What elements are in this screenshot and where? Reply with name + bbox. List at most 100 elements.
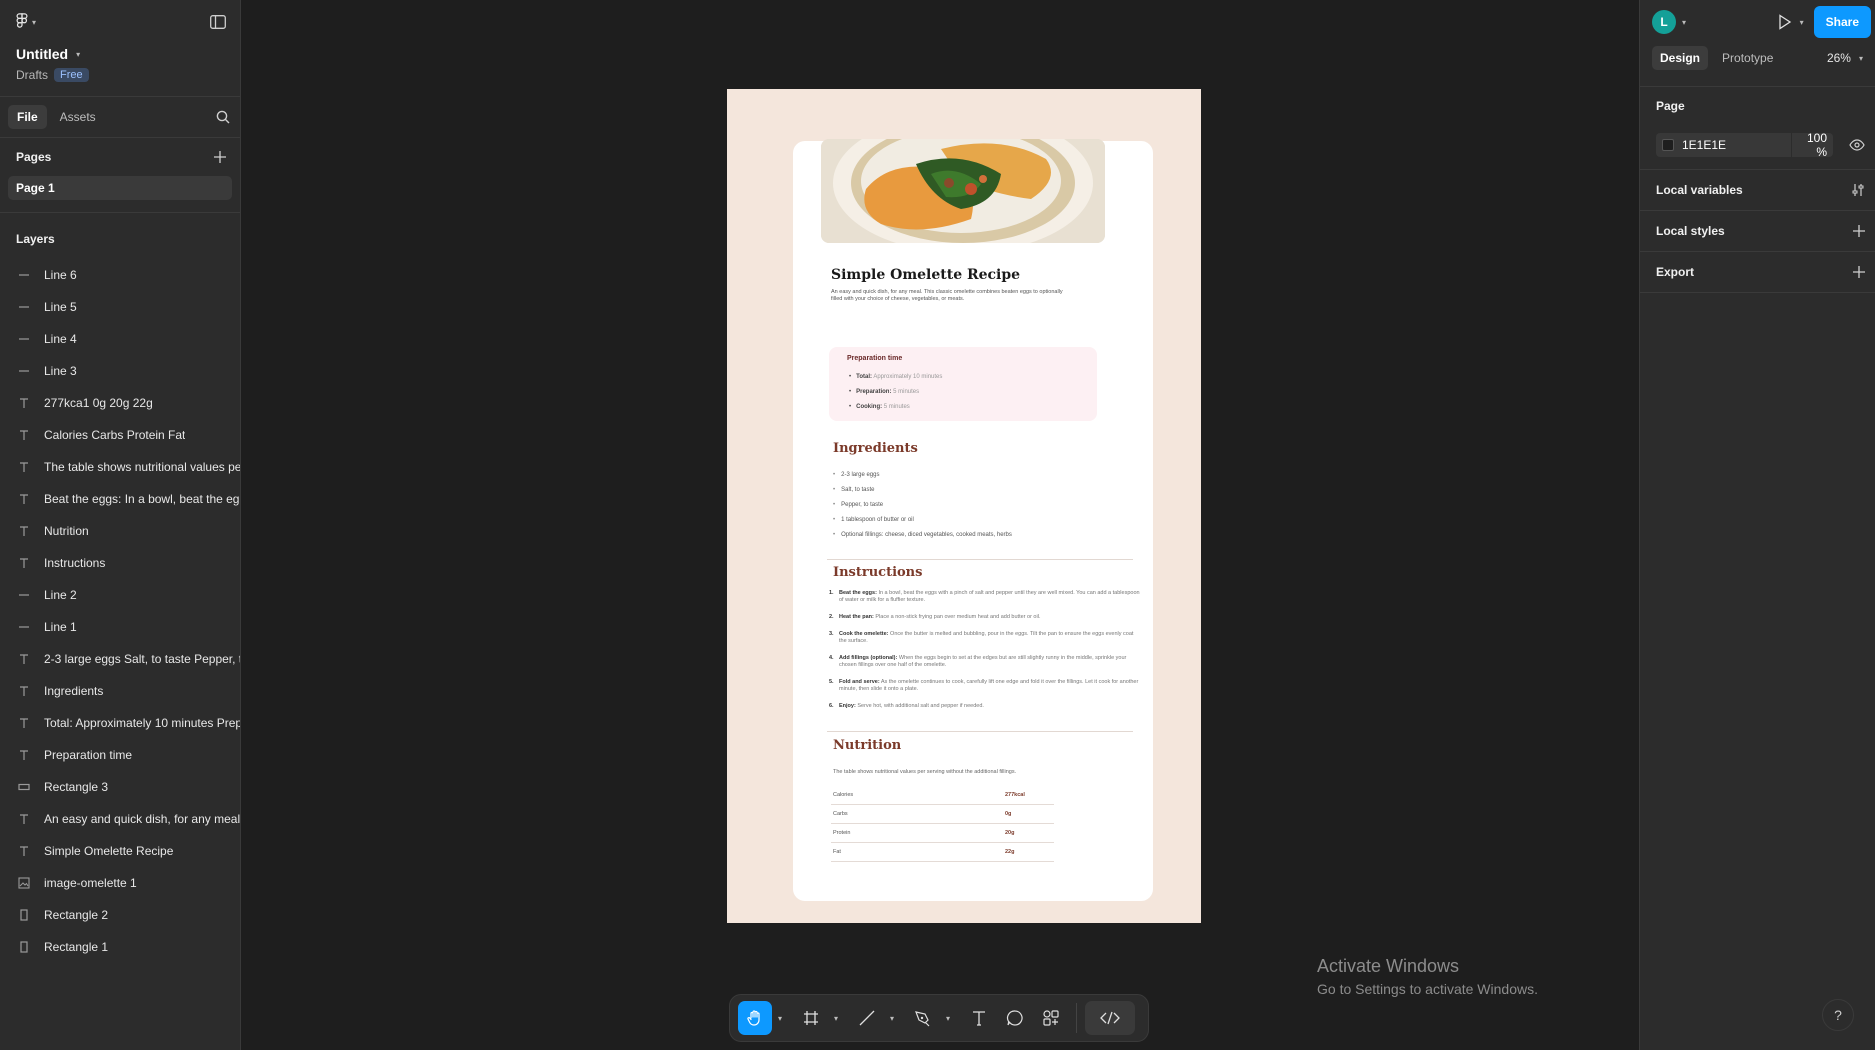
main-menu-button[interactable]: ▾ — [16, 12, 37, 32]
ingredients-title[interactable]: Ingredients — [833, 441, 918, 456]
layer-row[interactable]: Line 4 — [0, 323, 240, 355]
add-style-plus-icon[interactable] — [1853, 225, 1865, 237]
frame-icon — [18, 909, 30, 921]
layer-name: Beat the eggs: In a bowl, beat the egg — [44, 492, 240, 506]
instruction-step: 4. Add fillings (optional): When the eggs… — [829, 655, 1141, 669]
present-play-icon[interactable] — [1778, 14, 1792, 30]
dev-mode-code-icon[interactable] — [1085, 1001, 1135, 1035]
layer-row[interactable]: Line 5 — [0, 291, 240, 323]
frame-tool-icon[interactable] — [794, 1001, 828, 1035]
nutrition-table[interactable]: Calories 277kcal Carbs 0g Protein 20g Fat 22g — [831, 786, 1054, 862]
layer-row[interactable]: Line 1 — [0, 611, 240, 643]
instructions-list[interactable]: 1. Beat the eggs: In a bowl, beat the egg… — [829, 590, 1141, 720]
line-icon — [18, 589, 30, 601]
chevron-down-icon[interactable]: ▾ — [886, 1014, 898, 1023]
tab-assets[interactable]: Assets — [51, 105, 105, 129]
chevron-down-icon[interactable]: ▾ — [1682, 18, 1686, 27]
add-page-plus-icon[interactable] — [214, 151, 226, 163]
text-icon — [18, 653, 30, 665]
divider-line[interactable] — [827, 731, 1133, 732]
local-styles-row[interactable]: Local styles — [1640, 211, 1875, 252]
drafts-link[interactable]: Drafts — [16, 68, 48, 82]
layer-row[interactable]: Beat the eggs: In a bowl, beat the egg — [0, 483, 240, 515]
ingredient-item: • Pepper, to taste — [833, 497, 1093, 512]
ingredients-list[interactable]: • 2-3 large eggs • Salt, to taste • Pepper, t… — [833, 467, 1093, 542]
layer-row[interactable]: Line 3 — [0, 355, 240, 387]
add-export-plus-icon[interactable] — [1853, 266, 1865, 278]
layer-row[interactable]: Instructions — [0, 547, 240, 579]
search-icon[interactable] — [216, 110, 230, 124]
layer-row[interactable]: Ingredients — [0, 675, 240, 707]
help-button[interactable]: ? — [1822, 999, 1854, 1031]
share-button[interactable]: Share — [1813, 6, 1871, 38]
chevron-down-icon: ▾ — [32, 17, 37, 27]
comment-tool-icon[interactable] — [998, 1001, 1032, 1035]
step-number: 5. — [829, 679, 834, 685]
prep-time-box[interactable]: Preparation time • Total: Approximately 1… — [829, 347, 1097, 421]
step-text: Place a non-stick frying pan over medium… — [875, 614, 1041, 620]
nutrient-value: 22g — [1005, 849, 1015, 855]
canvas[interactable]: Simple Omelette Recipe An easy and quick… — [242, 0, 1639, 1050]
layer-row[interactable]: An easy and quick dish, for any meal. T — [0, 803, 240, 835]
page-color-hex[interactable]: 1E1E1E — [1682, 138, 1783, 152]
prep-list: • Total: Approximately 10 minutes • Prepara… — [847, 369, 1097, 414]
tab-prototype[interactable]: Prototype — [1714, 46, 1781, 70]
zoom-control[interactable]: 26% ▾ — [1827, 51, 1863, 65]
layer-row[interactable]: Rectangle 3 — [0, 771, 240, 803]
layer-row[interactable]: Rectangle 2 — [0, 899, 240, 931]
pen-tool-icon[interactable] — [906, 1001, 940, 1035]
layer-row[interactable]: image-omelette 1 — [0, 867, 240, 899]
prep-item-value: 5 minutes — [893, 388, 920, 395]
variables-adjust-icon[interactable] — [1851, 183, 1865, 197]
tab-design[interactable]: Design — [1652, 46, 1709, 70]
layer-row[interactable]: Line 2 — [0, 579, 240, 611]
layer-row[interactable]: Preparation time — [0, 739, 240, 771]
visibility-eye-icon[interactable] — [1849, 139, 1865, 151]
prep-item-value: Approximately 10 minutes — [873, 373, 943, 380]
recipe-frame[interactable]: Simple Omelette Recipe An easy and quick… — [727, 89, 1201, 923]
nutrition-description[interactable]: The table shows nutritional values per s… — [833, 769, 1016, 775]
instructions-title[interactable]: Instructions — [833, 565, 922, 580]
chevron-down-icon[interactable]: ▾ — [774, 1014, 786, 1023]
hand-tool-icon[interactable] — [738, 1001, 772, 1035]
file-title-row[interactable]: Untitled ▾ — [0, 44, 240, 62]
export-row[interactable]: Export — [1640, 252, 1875, 293]
layer-row[interactable]: Nutrition — [0, 515, 240, 547]
recipe-title[interactable]: Simple Omelette Recipe — [831, 267, 1020, 283]
user-avatar[interactable]: L — [1652, 10, 1676, 34]
divider-line[interactable] — [827, 559, 1133, 560]
rectangle-icon — [18, 781, 30, 793]
page-color-opacity[interactable]: 100 % — [1791, 131, 1827, 159]
layer-row[interactable]: Rectangle 1 — [0, 931, 240, 963]
layer-row[interactable]: Simple Omelette Recipe — [0, 835, 240, 867]
layer-name: 2-3 large eggs Salt, to taste Pepper, to — [44, 652, 240, 666]
table-row: Protein 20g — [831, 824, 1054, 843]
color-swatch[interactable] — [1662, 139, 1674, 151]
layer-row[interactable]: 2-3 large eggs Salt, to taste Pepper, to — [0, 643, 240, 675]
chevron-down-icon[interactable]: ▾ — [830, 1014, 842, 1023]
tab-file[interactable]: File — [8, 105, 47, 129]
step-text: Serve hot, with additional salt and pepp… — [857, 703, 984, 709]
step-label: Fold and serve: — [839, 679, 880, 685]
layer-row[interactable]: 277kca1 0g 20g 22g — [0, 387, 240, 419]
layer-row[interactable]: Total: Approximately 10 minutes Prepa — [0, 707, 240, 739]
nutrition-title[interactable]: Nutrition — [833, 738, 901, 753]
bullet: • — [849, 373, 852, 380]
toggle-sidebar-icon[interactable] — [210, 15, 226, 29]
text-tool-icon[interactable] — [962, 1001, 996, 1035]
layer-row[interactable]: Line 6 — [0, 259, 240, 291]
page-color-field[interactable]: 1E1E1E 100 % — [1656, 131, 1833, 159]
page-item-page-1[interactable]: Page 1 — [8, 176, 232, 200]
bullet: • — [833, 471, 836, 478]
recipe-intro[interactable]: An easy and quick dish, for any meal. Th… — [831, 289, 1071, 303]
actions-tool-icon[interactable] — [1034, 1001, 1068, 1035]
layer-name: An easy and quick dish, for any meal. T — [44, 812, 240, 826]
recipe-card[interactable]: Simple Omelette Recipe An easy and quick… — [793, 139, 1153, 901]
chevron-down-icon[interactable]: ▾ — [942, 1014, 954, 1023]
omelette-image[interactable] — [821, 139, 1105, 243]
chevron-down-icon[interactable]: ▾ — [1800, 18, 1804, 27]
layer-row[interactable]: Calories Carbs Protein Fat — [0, 419, 240, 451]
layer-row[interactable]: The table shows nutritional values per — [0, 451, 240, 483]
local-variables-row[interactable]: Local variables — [1640, 170, 1875, 211]
line-tool-icon[interactable] — [850, 1001, 884, 1035]
